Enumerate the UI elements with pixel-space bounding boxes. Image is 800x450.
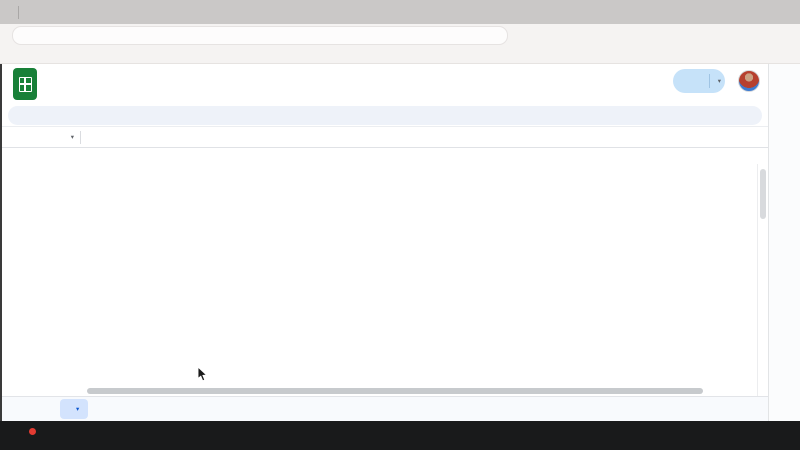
desktop-screen: ▾ ▾ (0, 0, 800, 450)
share-button[interactable]: ▾ (673, 69, 725, 93)
horizontal-scrollbar-thumb[interactable] (87, 388, 703, 394)
vertical-scrollbar[interactable] (757, 164, 768, 396)
mouse-cursor (197, 366, 209, 388)
lock-icon (20, 28, 35, 43)
browser-navbar (0, 24, 800, 46)
sheets-logo (13, 68, 37, 100)
sheets-header: ▾ (2, 64, 768, 105)
taskbar-weather-widget[interactable] (12, 428, 36, 444)
windows-taskbar (0, 421, 800, 450)
titlebar-divider (18, 6, 19, 19)
address-bar[interactable] (12, 26, 508, 45)
bookmarks-bar (0, 46, 800, 64)
name-box[interactable]: ▾ (2, 133, 80, 141)
weather-alert-badge (29, 428, 36, 435)
browser-titlebar (0, 0, 800, 24)
share-dropdown-caret[interactable]: ▾ (718, 77, 721, 85)
sheet-tab-bar: ▾ (2, 396, 768, 421)
spreadsheet-grid (2, 148, 768, 396)
vertical-scrollbar-thumb[interactable] (760, 169, 766, 219)
sheet-tab-sheet1[interactable]: ▾ (60, 399, 88, 419)
horizontal-scrollbar[interactable] (59, 388, 713, 394)
edge-sidebar (768, 64, 800, 421)
share-person-icon (685, 75, 697, 87)
avatar[interactable] (738, 70, 760, 92)
formula-bar: ▾ (2, 126, 768, 148)
google-sheets-app: ▾ ▾ (2, 64, 768, 421)
sheets-toolbar (2, 105, 768, 126)
